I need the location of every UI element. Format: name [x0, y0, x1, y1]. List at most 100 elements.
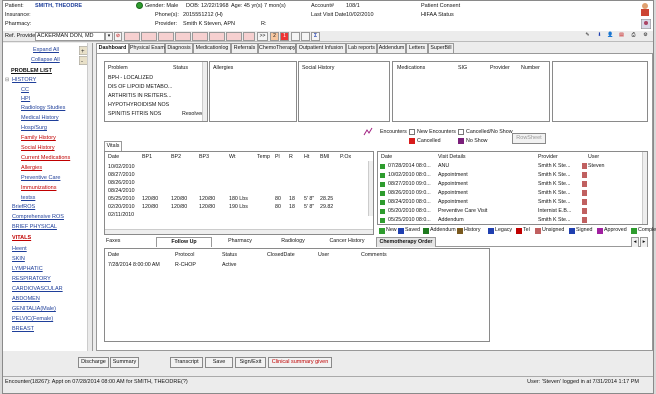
ref-provider-dropdown-chevron-icon[interactable]: ▾ [105, 32, 113, 41]
tab-dashboard[interactable]: Dashboard [96, 43, 129, 53]
tab-radiology[interactable]: Radiology [268, 237, 318, 247]
save-button[interactable]: Save [205, 357, 233, 368]
tree-collapse-icon[interactable]: ⊟ [5, 77, 9, 83]
vitals-cell[interactable]: 80 [275, 204, 281, 210]
tab-faxes[interactable]: Faxes [104, 237, 156, 247]
vitals-cell[interactable]: 08/27/2010 [108, 172, 135, 178]
problem-list-link[interactable]: PROBLEM LIST [11, 68, 52, 74]
vitals-cell[interactable]: 29.82 [320, 204, 333, 210]
encounter-cell[interactable]: Smith K Ste... [538, 163, 570, 169]
collapse-all-link[interactable]: Collapse All [31, 57, 60, 63]
tab-superbill[interactable]: SuperBill [428, 43, 454, 53]
encounter-cell[interactable]: Steven [588, 163, 605, 169]
section-lymphatic[interactable]: LYMPHATIC [12, 266, 43, 272]
sigma-icon[interactable]: Σ [311, 32, 320, 41]
chemo-cell[interactable]: 7/28/2014 8:00:00 AM [108, 262, 160, 268]
toolbar-field-5[interactable] [192, 32, 208, 41]
section-brief-physical[interactable]: BRIEF PHYSICAL [12, 224, 57, 230]
rowsheet-button[interactable]: RowSheet [512, 133, 546, 144]
document-icon[interactable]: ▤ [617, 32, 626, 41]
chemo-cell[interactable]: R-CHOP [175, 262, 196, 268]
encounter-cell[interactable]: Appointment [438, 181, 468, 187]
summary-button[interactable]: Summary [110, 357, 139, 368]
section-genitalia-male[interactable]: GENITALIA(Male) [12, 306, 56, 312]
toolbar-field-8[interactable] [243, 32, 255, 41]
encounter-cell[interactable]: Appointment [438, 190, 468, 196]
vitals-scrollbar[interactable] [368, 161, 373, 216]
vitals-cell[interactable]: 120/80 [142, 196, 158, 202]
encounter-cell[interactable]: Preventive Care Visit [438, 208, 487, 214]
tabs-scroll-left-icon[interactable]: ◂ [631, 237, 639, 247]
problem-row[interactable]: BPH - LOCALIZED [108, 75, 153, 81]
encounter-cell[interactable]: 10/02/2010 08:0... [388, 172, 431, 178]
tab-outpatient-infusion[interactable]: Outpatient Infusion [296, 43, 346, 53]
encounter-cell[interactable]: Appointment [438, 199, 468, 205]
tree-item-immunizations[interactable]: Immunizations [21, 185, 56, 191]
encounter-cell[interactable]: Smith K Ste... [538, 217, 570, 223]
cancelled-noshow-checkbox[interactable] [458, 129, 464, 135]
tree-item-family-history[interactable]: Family History [21, 135, 56, 141]
toolbar-field-6[interactable] [209, 32, 225, 41]
patient-name[interactable]: SMITH, THEODRE [35, 3, 82, 9]
toolbar-field-3[interactable] [158, 32, 174, 41]
ref-provider-select[interactable]: ACKERMAN DON, MD [35, 32, 105, 41]
vitals-cell[interactable]: 80 [275, 196, 281, 202]
tab-medicationlog[interactable]: Medicationlog [193, 43, 231, 53]
section-cardiovascular[interactable]: CARDIOVASCULAR [12, 286, 63, 292]
task-count-badge[interactable]: 2 [270, 32, 279, 41]
section-vitals[interactable]: VITALS [12, 235, 31, 241]
problem-scrollbar[interactable] [202, 62, 207, 121]
encounter-cell[interactable]: 08/27/2010 09:0... [388, 181, 431, 187]
tabs-scroll-right-icon[interactable]: ▸ [640, 237, 648, 247]
tab-pharmacy[interactable]: Pharmacy [212, 237, 268, 247]
tab-letters[interactable]: Letters [406, 43, 428, 53]
tab-lab-reports[interactable]: Lab reports [346, 43, 377, 53]
tree-item-hosp-surg[interactable]: Hosp/Surg [21, 125, 47, 131]
tree-item-allergies[interactable]: Allergies [21, 165, 42, 171]
chart-icon[interactable] [363, 127, 373, 136]
encounter-cell[interactable]: Smith K Ste... [538, 172, 570, 178]
discharge-button[interactable]: Discharge [78, 357, 109, 368]
next-button[interactable]: >> [257, 32, 268, 41]
tree-item-hpi[interactable]: HPI [21, 96, 30, 102]
patient-photo-icon[interactable] [640, 18, 652, 30]
encounter-cell[interactable]: 08/26/2010 09:0... [388, 190, 431, 196]
vitals-cell[interactable]: 08/24/2010 [108, 188, 135, 194]
user-icon[interactable]: 👤 [606, 32, 615, 41]
transcript-button[interactable]: Transcript [170, 357, 203, 368]
vitals-horizontal-scrollbar[interactable] [105, 229, 373, 234]
section-breast[interactable]: BREAST [12, 326, 34, 332]
toolbar-field-1[interactable] [124, 32, 140, 41]
tree-item-social-history[interactable]: Social History [21, 145, 55, 151]
settings-icon[interactable]: ⚙ [641, 32, 650, 41]
toolbar-field-4[interactable] [175, 32, 191, 41]
encounter-cell[interactable]: 07/28/2014 08:0... [388, 163, 431, 169]
encounter-cell[interactable]: Smith K Ste... [538, 181, 570, 187]
encounter-cell[interactable]: Appointment [438, 172, 468, 178]
section-briefros[interactable]: BriefROS [12, 204, 35, 210]
download-icon[interactable]: ⬇ [595, 32, 604, 41]
encounter-cell[interactable]: 05/20/2010 08:0... [388, 208, 431, 214]
toolbar-field-7[interactable] [226, 32, 242, 41]
encounter-cell[interactable]: ANU [438, 163, 449, 169]
tab-vitals[interactable]: Vitals [104, 141, 122, 151]
problem-row[interactable]: SPINITIS FITRIS NOS [108, 111, 161, 117]
problem-row[interactable]: ARTHRITIS IN REITERS... [108, 93, 171, 99]
vitals-cell[interactable]: 120/80 [171, 196, 187, 202]
toolbar-field-2[interactable] [141, 32, 157, 41]
user-avatar-icon[interactable] [639, 2, 651, 16]
tab-physical-exam[interactable]: Physical Exam [129, 43, 165, 53]
toolbar-blank-2[interactable] [301, 32, 310, 41]
tab-follow-up[interactable]: Follow Up [156, 237, 212, 247]
tab-cancer-history[interactable]: Cancer History [318, 237, 376, 247]
vitals-cell[interactable]: 02/11/2010 [108, 212, 134, 218]
vitals-cell[interactable]: 120/80 [142, 204, 158, 210]
encounter-cell[interactable]: 08/24/2010 08:0... [388, 199, 431, 205]
tree-item-medical-history[interactable]: Medical History [21, 115, 59, 121]
section-respiratory[interactable]: RESPIRATORY [12, 276, 51, 282]
clear-icon[interactable]: ⊘ [114, 32, 122, 41]
expand-all-link[interactable]: Expand All [33, 47, 59, 53]
tab-addendum[interactable]: Addendum [377, 43, 406, 53]
vitals-cell[interactable]: 02/20/2010 [108, 204, 135, 210]
vitals-cell[interactable]: 5' 8" [304, 196, 314, 202]
